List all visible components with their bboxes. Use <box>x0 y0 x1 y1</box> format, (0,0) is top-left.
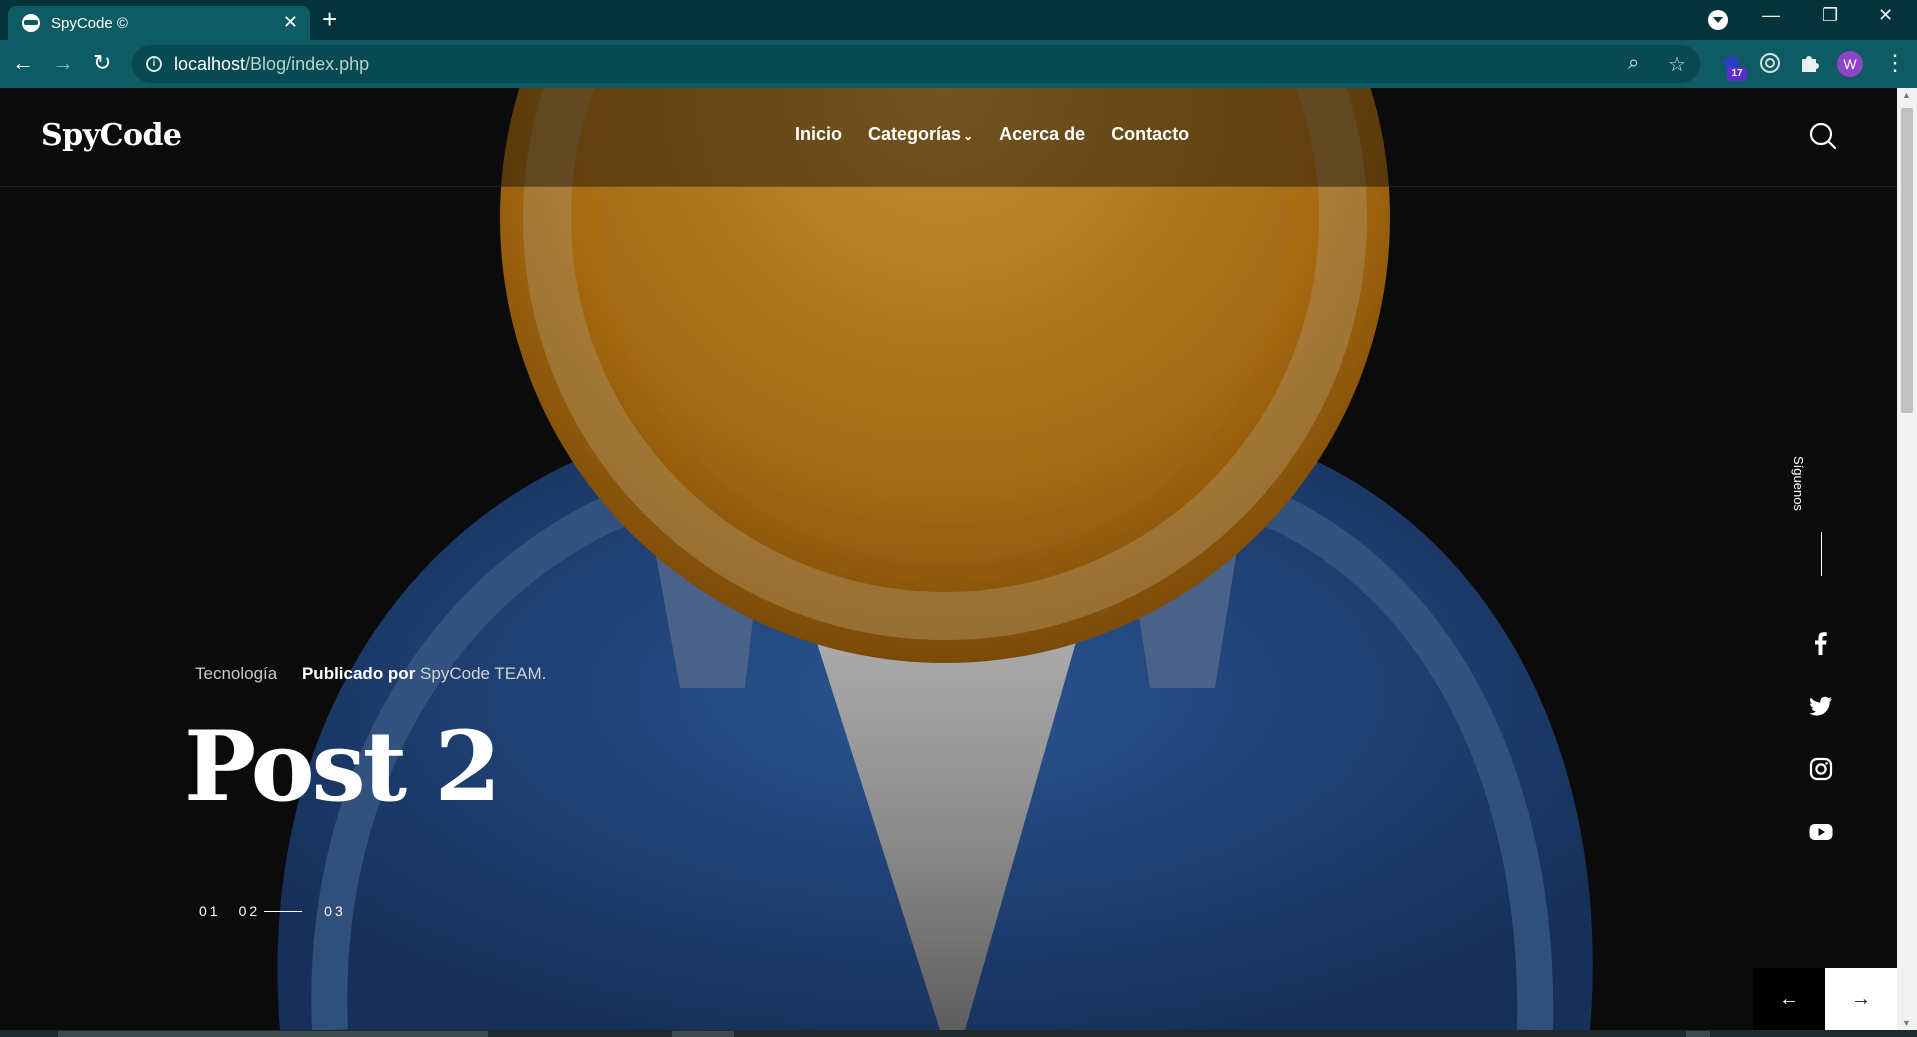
nav-item-contacto[interactable]: Contacto <box>1111 124 1189 145</box>
url-text[interactable]: localhost/Blog/index.php <box>174 54 369 75</box>
browser-menu-icon[interactable]: ⋮ <box>1884 50 1906 76</box>
nav-item-label: Categorías <box>868 124 962 144</box>
nav-item-inicio[interactable]: Inicio <box>795 124 842 145</box>
restore-icon[interactable]: ❐ <box>1822 5 1838 26</box>
search-icon[interactable] <box>1809 122 1837 150</box>
reload-icon[interactable]: ↻ <box>93 50 111 76</box>
site-header: SpyCode Inicio Categorías ⌄ Acerca de Con… <box>0 88 1897 187</box>
post-author[interactable]: SpyCode TEAM. <box>420 664 546 683</box>
published-by-label: Publicado por <box>301 664 416 683</box>
post-meta: Tecnología Publicado por SpyCode TEAM. <box>195 664 546 684</box>
slide-page-2[interactable]: 02 <box>239 903 261 919</box>
close-window-icon[interactable]: ✕ <box>1878 5 1893 26</box>
extension-target-icon[interactable] <box>1757 50 1783 76</box>
new-tab-button[interactable]: + <box>322 4 337 35</box>
scrollbar-segment <box>1686 1031 1710 1037</box>
close-tab-icon[interactable]: ✕ <box>283 12 298 33</box>
tab-title: SpyCode © <box>51 15 128 32</box>
site-favicon-icon <box>22 14 40 32</box>
site-info-icon[interactable]: i <box>146 56 162 72</box>
active-slide-indicator <box>264 910 303 912</box>
post-title[interactable]: Post 2 <box>184 710 501 823</box>
facebook-icon[interactable] <box>1808 630 1834 656</box>
previous-slide-button[interactable]: ← <box>1753 968 1825 1030</box>
main-navigation: Inicio Categorías ⌄ Acerca de Contacto <box>795 124 1189 145</box>
post-category[interactable]: Tecnología <box>195 664 277 683</box>
slide-pager: 01 02 03 <box>199 903 346 919</box>
minimize-icon[interactable]: — <box>1762 5 1780 26</box>
page-viewport: SpyCode Inicio Categorías ⌄ Acerca de Con… <box>0 88 1897 1030</box>
next-slide-button[interactable]: → <box>1825 968 1897 1030</box>
twitter-icon[interactable] <box>1808 693 1834 719</box>
arrow-left-icon: ← <box>1779 988 1799 1010</box>
extension-badge: 17 <box>1727 67 1747 81</box>
address-bar[interactable]: i localhost/Blog/index.php ⌕ ☆ <box>132 45 1700 83</box>
youtube-icon[interactable] <box>1808 819 1834 845</box>
nav-item-acerca[interactable]: Acerca de <box>999 124 1085 145</box>
scrollbar-segment <box>58 1031 488 1037</box>
browser-tab-strip: SpyCode © ✕ + — ❐ ✕ <box>0 0 1917 40</box>
profile-avatar[interactable]: W <box>1837 51 1863 77</box>
scroll-down-icon[interactable]: ▼ <box>1902 1018 1911 1028</box>
arrow-right-icon: → <box>1851 988 1871 1010</box>
nav-item-categorias[interactable]: Categorías ⌄ <box>868 124 973 145</box>
browser-tab[interactable]: SpyCode © ✕ <box>8 6 310 40</box>
scrollbar-thumb[interactable] <box>1901 108 1913 413</box>
page-scrollbar[interactable]: ▲ ▼ <box>1897 88 1917 1030</box>
instagram-icon[interactable] <box>1808 756 1834 782</box>
zoom-icon[interactable]: ⌕ <box>1628 52 1639 75</box>
browser-toolbar: ← → ↻ i localhost/Blog/index.php ⌕ ☆ <box>0 40 1917 88</box>
forward-arrow-icon[interactable]: → <box>52 50 74 76</box>
tab-search-icon[interactable] <box>1708 10 1728 30</box>
back-arrow-icon[interactable]: ← <box>12 50 34 76</box>
scroll-up-icon[interactable]: ▲ <box>1902 90 1911 100</box>
bookmark-star-icon[interactable]: ☆ <box>1668 52 1686 77</box>
extensions-puzzle-icon[interactable] <box>1796 50 1822 76</box>
chevron-down-icon: ⌄ <box>963 129 974 143</box>
follow-label: Síguenos <box>1791 456 1806 511</box>
slide-page-1[interactable]: 01 <box>199 903 221 919</box>
follow-divider <box>1821 532 1822 576</box>
site-logo[interactable]: SpyCode <box>41 118 182 153</box>
hero-user-illustration <box>277 88 1593 1030</box>
slide-page-3[interactable]: 03 <box>324 903 346 919</box>
horizontal-scrollbar[interactable] <box>0 1030 1917 1037</box>
scrollbar-segment <box>672 1031 734 1037</box>
